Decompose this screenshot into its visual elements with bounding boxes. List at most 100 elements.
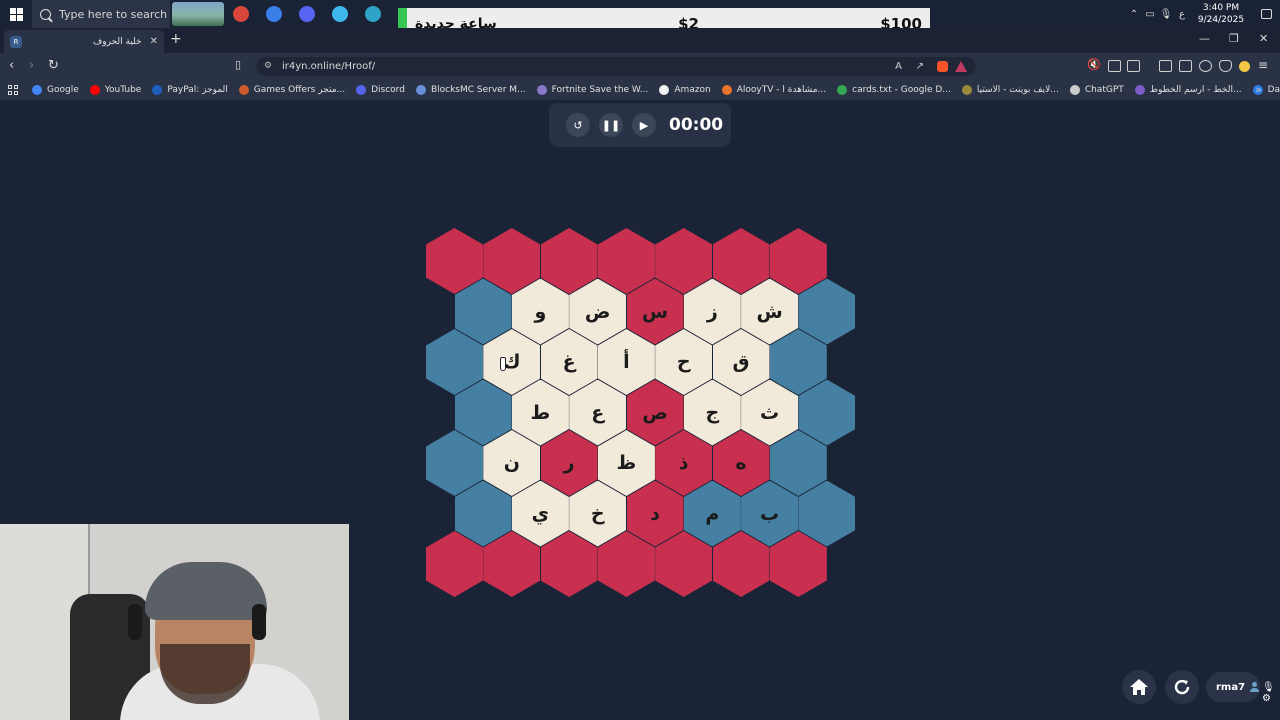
hex-letter: ص — [642, 401, 668, 424]
sidebar-icon[interactable] — [1159, 60, 1172, 72]
bookmark-item[interactable]: YouTube — [89, 85, 142, 95]
taskbar-search[interactable]: Type here to search — [32, 0, 170, 28]
bookmark-label: Dashboard - Stream... — [1267, 85, 1280, 95]
tab-favicon-icon: R — [10, 35, 22, 48]
bookmark-item[interactable]: Fortnite Save the W... — [536, 85, 649, 95]
bookmark-favicon-icon — [1069, 85, 1080, 95]
bookmark-item[interactable]: AlooyTV - مشاهدة ا... — [721, 85, 827, 95]
back-icon[interactable]: ‹ — [9, 58, 14, 73]
hex-letter: أ — [623, 351, 630, 373]
user-badge[interactable]: rma7 — [1206, 672, 1260, 702]
bookmark-favicon-icon — [32, 85, 42, 95]
apps-grid-icon[interactable] — [8, 85, 18, 95]
minimize-icon[interactable]: — — [1199, 32, 1210, 45]
webcam-feed — [0, 524, 349, 720]
forward-icon[interactable]: › — [29, 58, 34, 73]
network-icon[interactable]: ▭ — [1142, 0, 1158, 28]
vpn-icon[interactable] — [1219, 60, 1232, 72]
bookmark-item[interactable]: Discord — [356, 85, 405, 95]
bookmark-item[interactable]: ChatGPT — [1069, 85, 1124, 95]
taskbar-app-app-teal[interactable] — [356, 0, 389, 28]
bookmark-item[interactable]: Games Offers متجر... — [238, 85, 345, 95]
hex-letter: و — [534, 300, 547, 323]
bookmark-label: AlooyTV - مشاهدة ا... — [736, 85, 827, 95]
reload-icon[interactable]: ↻ — [48, 58, 59, 73]
bookmark-item[interactable]: PayPal: الموجز — [152, 85, 228, 95]
bookmark-label: Fortnite Save the W... — [551, 85, 649, 95]
pause-icon: ❚❚ — [601, 118, 621, 132]
system-tray: ⌃ ▭ 🎙 ع 3:40 PM 9/24/2025 — [1126, 0, 1280, 28]
home-button[interactable] — [1122, 670, 1156, 704]
bookmark-label: cards.txt - Google D... — [852, 85, 951, 95]
restore-icon[interactable]: ❐ — [1229, 32, 1239, 45]
bookmark-label: Google — [47, 85, 79, 95]
site-settings-icon[interactable]: ⚙ — [264, 57, 272, 76]
search-highlight-image[interactable] — [172, 2, 224, 26]
close-tab-icon[interactable]: ✕ — [150, 36, 158, 47]
hex-letter: ع — [591, 401, 605, 424]
hex-letter: د — [650, 502, 660, 525]
hex-letter: س — [641, 300, 669, 323]
microphone-icon[interactable]: 🎙 — [1158, 0, 1174, 28]
screenshot-icon[interactable] — [1127, 60, 1140, 72]
address-bar[interactable]: ⚙ ir4yn.online/Hroof/ A ↗ — [256, 57, 976, 76]
bookmark-item[interactable]: الخط - ارسم الخطوط... — [1134, 85, 1242, 95]
translate-icon[interactable]: A — [895, 57, 902, 76]
browser-tab-bar: R خلية الحروف ✕ + — ❐ ✕ — [0, 28, 1280, 53]
search-icon — [40, 8, 51, 20]
microphone-icon[interactable]: 🎙 — [1262, 682, 1275, 693]
bookmark-icon[interactable]: ▯ — [235, 58, 241, 71]
windows-logo-icon — [9, 7, 23, 21]
bookmark-item[interactable]: لايف بوينت - الاستيا... — [961, 85, 1059, 95]
taskbar-app-app-blue[interactable] — [323, 0, 356, 28]
pause-button[interactable]: ❚❚ — [599, 113, 623, 137]
new-tab-icon[interactable]: + — [170, 31, 182, 47]
play-button[interactable]: ▶ — [632, 113, 656, 137]
username: rma7 — [1216, 681, 1246, 693]
taskbar-app-chrome-1[interactable] — [224, 0, 257, 28]
bookmark-item[interactable]: Google — [32, 85, 79, 95]
bookmark-label: Discord — [371, 85, 405, 95]
leo-ai-icon[interactable] — [1199, 60, 1212, 72]
bookmark-favicon-icon — [837, 85, 848, 95]
more-bookmarks-icon[interactable]: » — [1255, 83, 1262, 96]
url-text: ir4yn.online/Hroof/ — [282, 61, 376, 72]
home-icon — [1130, 679, 1148, 695]
chevron-up-icon[interactable]: ⌃ — [1126, 0, 1142, 28]
clock[interactable]: 3:40 PM 9/24/2025 — [1190, 2, 1252, 26]
mute-icon[interactable]: 🔇 — [1087, 58, 1101, 71]
wallet-icon[interactable] — [1179, 60, 1192, 72]
profile-avatar-icon[interactable] — [1239, 61, 1250, 72]
notification-icon — [1260, 9, 1272, 19]
menu-icon[interactable]: ≡ — [1258, 58, 1268, 72]
browser-tab[interactable]: R خلية الحروف ✕ — [4, 30, 164, 53]
hex-letter: خ — [590, 502, 605, 525]
bookmark-favicon-icon — [238, 85, 249, 95]
extensions-icon[interactable] — [1108, 60, 1121, 72]
taskbar-app-discord[interactable] — [290, 0, 323, 28]
app-teal-icon — [364, 6, 381, 22]
bookmark-item[interactable]: BlocksMC Server M... — [415, 85, 526, 95]
hex-letter: ه — [735, 452, 747, 474]
share-icon[interactable]: ↗ — [916, 57, 924, 76]
start-button[interactable] — [0, 0, 32, 28]
bookmark-label: YouTube — [104, 85, 142, 95]
refresh-game-button[interactable] — [1165, 670, 1199, 704]
taskbar-app-chrome-2[interactable] — [257, 0, 290, 28]
clock-date: 9/24/2025 — [1197, 15, 1245, 25]
reset-timer-button[interactable]: ↺ — [566, 113, 590, 137]
bookmark-favicon-icon — [89, 85, 100, 95]
bookmark-item[interactable]: cards.txt - Google D... — [837, 85, 951, 95]
bookmark-label: BlocksMC Server M... — [430, 85, 526, 95]
language-indicator[interactable]: ع — [1174, 0, 1190, 28]
brave-shields-icon[interactable] — [937, 61, 948, 72]
hex-letter: ش — [756, 300, 783, 323]
notifications-button[interactable] — [1252, 0, 1280, 28]
close-window-icon[interactable]: ✕ — [1259, 32, 1268, 45]
bookmark-label: الخط - ارسم الخطوط... — [1149, 85, 1242, 95]
brave-rewards-icon[interactable] — [955, 61, 967, 72]
hex-letter: ث — [760, 401, 780, 424]
bookmark-item[interactable]: Amazon — [659, 85, 711, 95]
bookmark-label: ChatGPT — [1084, 85, 1124, 95]
settings-icon[interactable]: ⚙ — [1262, 693, 1274, 704]
